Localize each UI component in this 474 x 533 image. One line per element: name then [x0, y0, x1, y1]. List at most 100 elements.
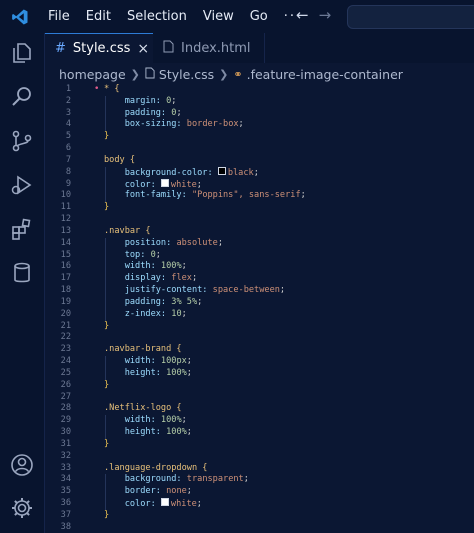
code-line[interactable]: 28 .Netflix-logo {	[45, 403, 474, 415]
code-line[interactable]: 11}	[45, 202, 474, 214]
code-text: body {	[104, 155, 135, 167]
code-text: font-family: "Poppins", sans-serif;	[104, 190, 306, 202]
code-text: height: 100%;	[104, 427, 192, 439]
code-token: ;	[196, 179, 202, 190]
line-number: 23	[60, 344, 71, 355]
account-icon[interactable]	[10, 453, 34, 477]
code-line[interactable]: 10 font-family: "Poppins", sans-serif;	[45, 190, 474, 203]
breadcrumb-file[interactable]: Style.css	[159, 67, 214, 82]
database-icon[interactable]	[10, 261, 34, 285]
code-line[interactable]: 36 color: white;	[45, 497, 474, 510]
code-line[interactable]: 29 width: 100%;	[45, 415, 474, 428]
code-line[interactable]: 21}	[45, 321, 474, 333]
tab-style-css[interactable]: # Style.css ×	[45, 33, 153, 63]
search-icon[interactable]	[10, 85, 34, 109]
code-line[interactable]: 15 top: 0;	[45, 249, 474, 262]
line-number: 37	[60, 509, 71, 520]
code-token: ;	[171, 95, 177, 106]
code-token: }	[104, 320, 110, 331]
color-swatch-icon[interactable]	[160, 497, 169, 506]
code-line[interactable]: 18 justify-content: space-between;	[45, 285, 474, 297]
command-center-search[interactable]	[347, 5, 474, 29]
line-number: 12	[60, 214, 71, 225]
code-line[interactable]: 32	[45, 451, 474, 463]
code-token: background-color:	[104, 167, 218, 178]
line-number: 8	[65, 166, 71, 177]
code-line[interactable]: 9 color: white;	[45, 178, 474, 191]
breadcrumb-symbol[interactable]: .feature-image-container	[247, 67, 403, 82]
code-token: ;	[197, 296, 203, 307]
code-text: width: 100%;	[104, 261, 187, 273]
code-line[interactable]: 12	[45, 214, 474, 226]
menu-selection[interactable]: Selection	[119, 0, 195, 33]
code-token: .language-dropdown {	[104, 462, 208, 473]
menu-view[interactable]: View	[195, 0, 242, 33]
code-line[interactable]: 37}	[45, 510, 474, 522]
code-line[interactable]: 14 position: absolute;	[45, 237, 474, 250]
code-line[interactable]: 17 display: flex;	[45, 273, 474, 286]
color-swatch-icon[interactable]	[217, 166, 226, 175]
menu-edit[interactable]: Edit	[78, 0, 119, 33]
code-token: ;	[176, 107, 182, 118]
code-token: 100%	[166, 367, 187, 378]
code-line[interactable]: 13 .navbar {	[45, 226, 474, 238]
menu-go[interactable]: Go	[242, 0, 276, 33]
code-line[interactable]: 1 • * {	[45, 84, 474, 96]
code-line[interactable]: 19 padding: 3% 5%;	[45, 296, 474, 309]
code-line[interactable]: 20 z-index: 10;	[45, 308, 474, 321]
line-number: 32	[60, 450, 71, 461]
code-line[interactable]: 25 height: 100%;	[45, 367, 474, 380]
code-text: .Netflix-logo {	[104, 403, 182, 415]
code-token: ;	[186, 427, 192, 438]
code-text: .navbar-brand {	[104, 344, 182, 356]
code-token: .navbar {	[104, 225, 151, 236]
code-token: ;	[181, 261, 187, 272]
code-line[interactable]: 27	[45, 392, 474, 404]
code-line[interactable]: 3 padding: 0;	[45, 107, 474, 120]
extensions-icon[interactable]	[10, 217, 34, 241]
color-swatch-icon[interactable]	[160, 178, 169, 187]
code-editor[interactable]: 1 • * {2 margin: 0; 3 padding: 0; 4 box-sizi…	[45, 84, 474, 533]
code-line[interactable]: 26}	[45, 380, 474, 392]
code-line[interactable]: 23 .navbar-brand {	[45, 344, 474, 356]
settings-gear-icon[interactable]	[10, 496, 34, 520]
code-token: }	[104, 438, 110, 449]
code-token: ;	[191, 273, 198, 284]
menu-file[interactable]: File	[40, 0, 78, 33]
code-token: font-family:	[104, 190, 192, 201]
back-arrow-icon[interactable]: ←	[296, 6, 309, 24]
code-line[interactable]: 4 box-sizing: border-box;	[45, 119, 474, 132]
code-token: width:	[104, 261, 161, 272]
code-line[interactable]: 24 width: 100px;	[45, 356, 474, 368]
code-line[interactable]: 2 margin: 0;	[45, 95, 474, 108]
code-line[interactable]: 33 .language-dropdown {	[45, 463, 474, 475]
code-token: 100%	[160, 261, 182, 272]
tab-label: Style.css	[72, 41, 131, 56]
code-line[interactable]: 16 width: 100%;	[45, 261, 474, 274]
close-tab-icon[interactable]: ×	[137, 41, 149, 57]
run-debug-icon[interactable]	[10, 173, 34, 197]
code-line[interactable]: 34 background: transparent;	[45, 474, 474, 487]
code-token: }	[104, 379, 110, 390]
code-token: ;	[186, 367, 192, 378]
code-line[interactable]: 22	[45, 332, 474, 344]
code-line[interactable]: 6	[45, 143, 474, 155]
explorer-files-icon[interactable]	[10, 41, 34, 65]
code-line[interactable]: 38	[45, 522, 474, 533]
code-token: ;	[181, 308, 187, 319]
forward-arrow-icon[interactable]: →	[319, 6, 332, 24]
breadcrumb-folder[interactable]: homepage	[59, 67, 126, 82]
code-line[interactable]: 5}	[45, 131, 474, 143]
code-line[interactable]: 8 background-color: black;	[45, 166, 474, 179]
code-line[interactable]: 30 height: 100%;	[45, 427, 474, 439]
code-token: ;	[238, 119, 244, 130]
line-number: 28	[60, 403, 71, 414]
line-number: 16	[60, 261, 71, 272]
tab-index-html[interactable]: Index.html	[153, 33, 265, 63]
code-token: 3% 5%	[171, 296, 198, 307]
code-line[interactable]: 31}	[45, 439, 474, 451]
source-control-icon[interactable]	[10, 129, 34, 153]
code-token: width:	[104, 415, 161, 426]
code-line[interactable]: 7 body {	[45, 155, 474, 167]
code-line[interactable]: 35 border: none;	[45, 486, 474, 498]
